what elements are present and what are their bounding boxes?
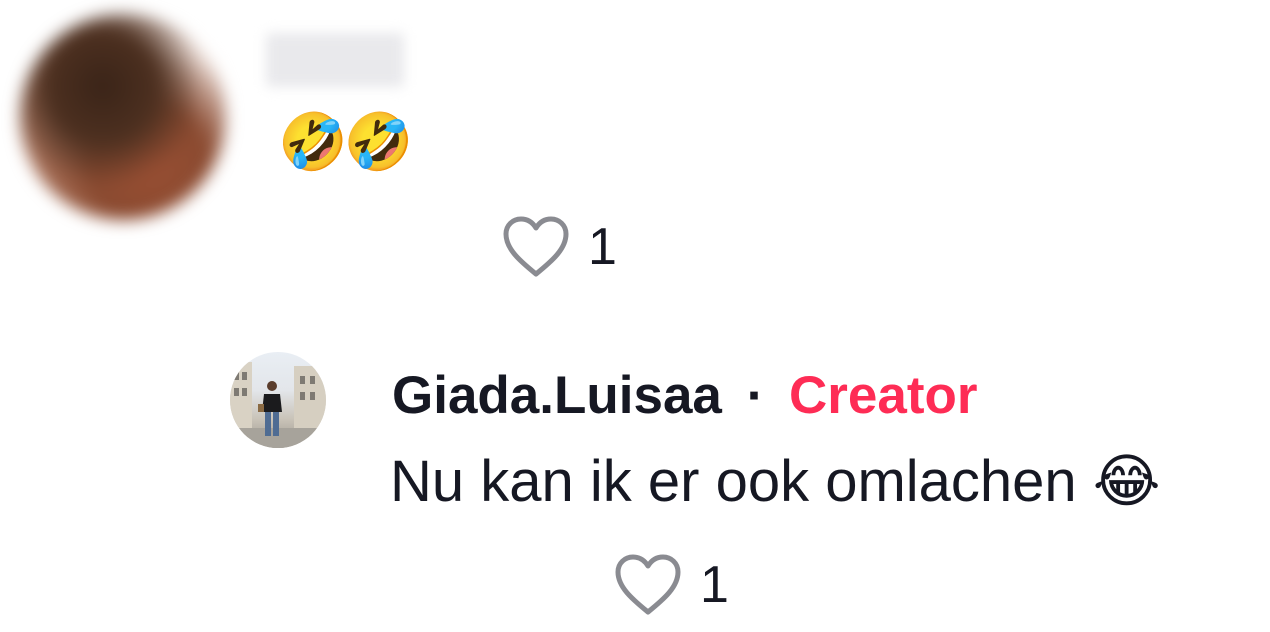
creator-badge: Creator [789, 366, 978, 425]
comment-text: 🤣🤣 [278, 110, 413, 173]
like-button[interactable]: 1 [500, 214, 617, 280]
like-button[interactable]: 1 [612, 552, 729, 618]
heart-outline-icon[interactable] [500, 214, 572, 280]
heart-outline-icon[interactable] [612, 552, 684, 618]
creator-avatar[interactable] [230, 352, 326, 448]
reply-header: Giada.Luisaa · Creator [392, 362, 978, 430]
separator-dot: · [746, 366, 765, 425]
blurred-username[interactable] [266, 33, 404, 87]
reply-text: Nu kan ik er ook omlachen 😂 [390, 449, 1161, 514]
creator-username[interactable]: Giada.Luisaa [392, 366, 722, 425]
like-count: 1 [700, 556, 729, 614]
commenter-avatar[interactable] [20, 14, 226, 220]
like-count: 1 [588, 218, 617, 276]
